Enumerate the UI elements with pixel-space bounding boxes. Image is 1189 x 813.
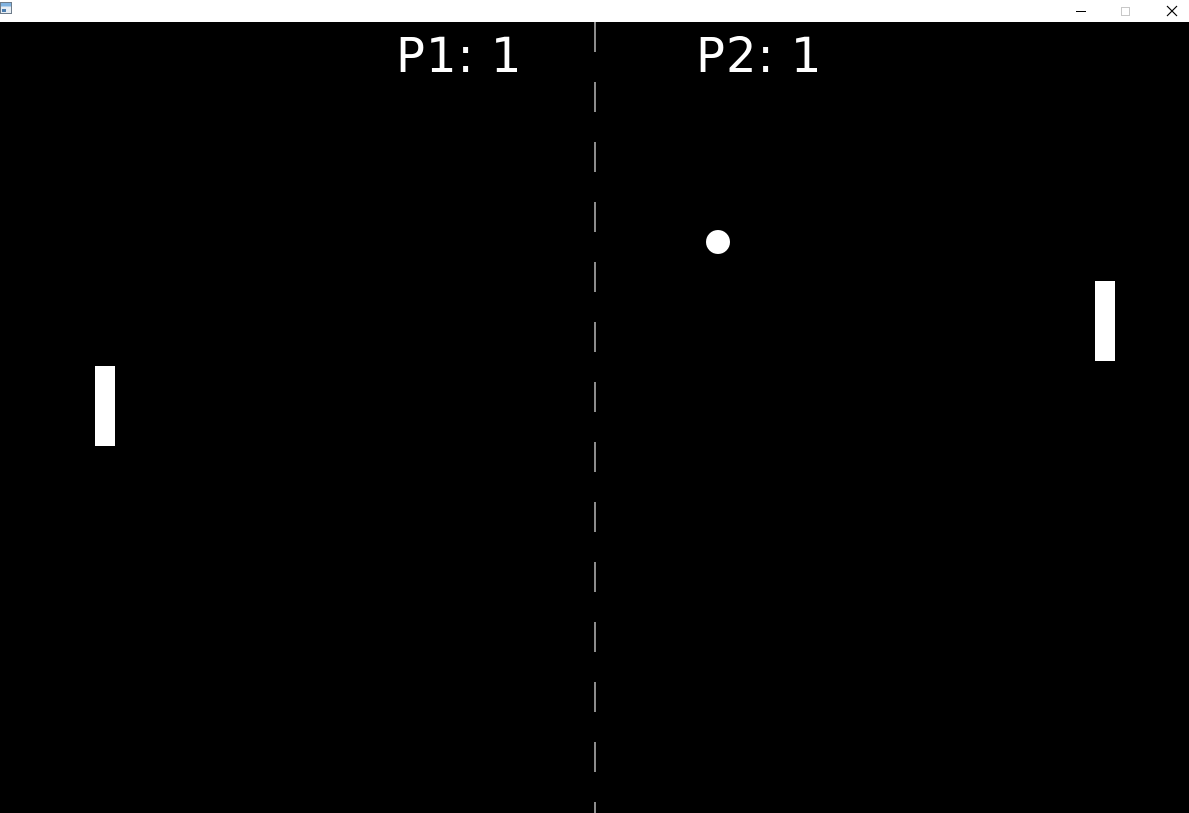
app-window-icon [0,2,12,14]
game-field: P1: 1 P2: 1 [0,22,1189,813]
minimize-icon [1075,10,1086,12]
player2-score: P2: 1 [696,28,823,84]
ball [706,230,730,254]
close-button[interactable] [1149,0,1189,22]
player1-score: P1: 1 [396,28,523,84]
right-paddle [1095,281,1115,361]
center-net [594,22,596,813]
close-icon [1166,5,1177,17]
title-bar[interactable] [0,0,1189,22]
maximize-button[interactable] [1103,0,1148,22]
maximize-icon [1121,6,1130,16]
minimize-button[interactable] [1058,0,1103,22]
game-window: P1: 1 P2: 1 [0,0,1189,813]
left-paddle [95,366,115,446]
